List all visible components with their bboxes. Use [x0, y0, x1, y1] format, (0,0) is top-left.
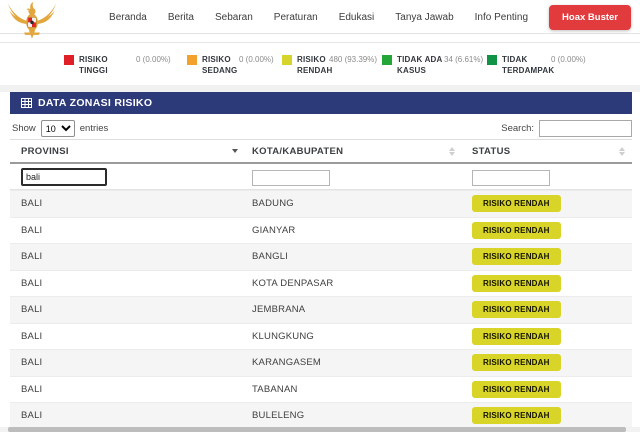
- show-label: Show: [12, 123, 36, 134]
- nav-item-beranda[interactable]: Beranda: [109, 12, 147, 23]
- unaffected-color-swatch: [487, 55, 497, 65]
- filter-input-status[interactable]: [472, 170, 550, 186]
- cell-provinsi: BALI: [10, 198, 245, 209]
- filter-input-kota[interactable]: [252, 170, 330, 186]
- legend-item-risiko-sedang: RISIKOSEDANG 0 (0.00%): [187, 54, 274, 76]
- status-badge: RISIKO RENDAH: [472, 407, 561, 424]
- status-badge: RISIKO RENDAH: [472, 328, 561, 345]
- cell-provinsi: BALI: [10, 251, 245, 262]
- filter-input-provinsi[interactable]: [21, 168, 107, 186]
- risk-medium-count: 0 (0.00%): [239, 55, 274, 64]
- risk-medium-color-swatch: [187, 55, 197, 65]
- cell-provinsi: BALI: [10, 410, 245, 421]
- section-divider: [0, 85, 640, 92]
- column-filter-row: [10, 164, 632, 190]
- cell-kota: BADUNG: [245, 198, 462, 209]
- search-label: Search:: [501, 123, 534, 134]
- table-row: BALI KOTA DENPASAR RISIKO RENDAH: [10, 270, 632, 297]
- table-row: BALI BANGLI RISIKO RENDAH: [10, 243, 632, 270]
- status-badge: RISIKO RENDAH: [472, 248, 561, 265]
- top-navigation: Beranda Berita Sebaran Peraturan Edukasi…: [0, 0, 640, 34]
- table-row: BALI JEMBRANA RISIKO RENDAH: [10, 296, 632, 323]
- risk-low-color-swatch: [282, 55, 292, 65]
- nav-item-peraturan[interactable]: Peraturan: [274, 12, 318, 23]
- cell-kota: JEMBRANA: [245, 304, 462, 315]
- hoax-buster-button[interactable]: Hoax Buster: [549, 5, 631, 30]
- panel-header: DATA ZONASI RISIKO: [10, 92, 632, 114]
- nav-menu: Beranda Berita Sebaran Peraturan Edukasi…: [109, 0, 631, 34]
- table-row: BALI KARANGASEM RISIKO RENDAH: [10, 349, 632, 376]
- garuda-pancasila-logo: [7, 1, 57, 44]
- status-badge: RISIKO RENDAH: [472, 354, 561, 371]
- page-size-select[interactable]: 10: [41, 120, 75, 137]
- risk-high-color-swatch: [64, 55, 74, 65]
- risk-low-count: 480 (93.39%): [329, 55, 377, 64]
- status-badge: RISIKO RENDAH: [472, 275, 561, 292]
- legend-item-risiko-tinggi: RISIKOTINGGI 0 (0.00%): [64, 54, 171, 76]
- entries-label: entries: [80, 123, 109, 134]
- status-badge: RISIKO RENDAH: [472, 301, 561, 318]
- nav-item-tanya-jawab[interactable]: Tanya Jawab: [395, 12, 453, 23]
- legend-item-risiko-rendah: RISIKORENDAH 480 (93.39%): [282, 54, 377, 76]
- cell-provinsi: BALI: [10, 278, 245, 289]
- table-row: BALI GIANYAR RISIKO RENDAH: [10, 217, 632, 244]
- horizontal-scrollbar-thumb[interactable]: [8, 427, 626, 432]
- cell-kota: BANGLI: [245, 251, 462, 262]
- cell-provinsi: BALI: [10, 331, 245, 342]
- zonasi-risiko-table: PROVINSI KOTA/KABUPATEN STATUS BALI BADU…: [10, 139, 632, 429]
- horizontal-scrollbar: [0, 427, 640, 432]
- nav-item-edukasi[interactable]: Edukasi: [339, 12, 375, 23]
- sort-both-icon: [619, 147, 625, 156]
- column-header-status[interactable]: STATUS: [462, 146, 632, 157]
- table-body: BALI BADUNG RISIKO RENDAH BALI GIANYAR R…: [10, 190, 632, 429]
- column-header-provinsi[interactable]: PROVINSI: [10, 146, 245, 157]
- status-badge: RISIKO RENDAH: [472, 222, 561, 239]
- cell-provinsi: BALI: [10, 304, 245, 315]
- column-header-kota-kabupaten[interactable]: KOTA/KABUPATEN: [245, 146, 462, 157]
- cell-kota: KARANGASEM: [245, 357, 462, 368]
- unaffected-count: 0 (0.00%): [551, 55, 586, 64]
- no-case-color-swatch: [382, 55, 392, 65]
- nav-item-sebaran[interactable]: Sebaran: [215, 12, 253, 23]
- table-header-row: PROVINSI KOTA/KABUPATEN STATUS: [10, 139, 632, 164]
- cell-kota: TABANAN: [245, 384, 462, 395]
- table-row: BALI KLUNGKUNG RISIKO RENDAH: [10, 323, 632, 350]
- page-size-control: Show 10 entries: [12, 120, 108, 137]
- table-row: BALI TABANAN RISIKO RENDAH: [10, 376, 632, 403]
- status-badge: RISIKO RENDAH: [472, 195, 561, 212]
- no-case-count: 34 (6.61%): [444, 55, 483, 64]
- panel-title: DATA ZONASI RISIKO: [38, 97, 152, 109]
- cell-provinsi: BALI: [10, 225, 245, 236]
- cell-kota: GIANYAR: [245, 225, 462, 236]
- legend-item-tidak-ada-kasus: TIDAK ADAKASUS 34 (6.61%): [382, 54, 483, 76]
- status-badge: RISIKO RENDAH: [472, 381, 561, 398]
- legend-item-tidak-terdampak: TIDAKTERDAMPAK 0 (0.00%): [487, 54, 586, 76]
- risk-legend: RISIKOTINGGI 0 (0.00%) RISIKOSEDANG 0 (0…: [0, 42, 640, 85]
- cell-provinsi: BALI: [10, 384, 245, 395]
- cell-kota: KOTA DENPASAR: [245, 278, 462, 289]
- table-row: BALI BADUNG RISIKO RENDAH: [10, 190, 632, 217]
- sort-desc-icon: [232, 149, 238, 153]
- cell-kota: KLUNGKUNG: [245, 331, 462, 342]
- nav-item-berita[interactable]: Berita: [168, 12, 194, 23]
- table-row: BALI BULELENG RISIKO RENDAH: [10, 402, 632, 429]
- search-input[interactable]: [539, 120, 632, 137]
- cell-provinsi: BALI: [10, 357, 245, 368]
- nav-item-info-penting[interactable]: Info Penting: [475, 12, 528, 23]
- cell-kota: BULELENG: [245, 410, 462, 421]
- table-grid-icon: [21, 98, 32, 108]
- search-control: Search:: [501, 120, 632, 137]
- sort-both-icon: [449, 147, 455, 156]
- risk-high-count: 0 (0.00%): [136, 55, 171, 64]
